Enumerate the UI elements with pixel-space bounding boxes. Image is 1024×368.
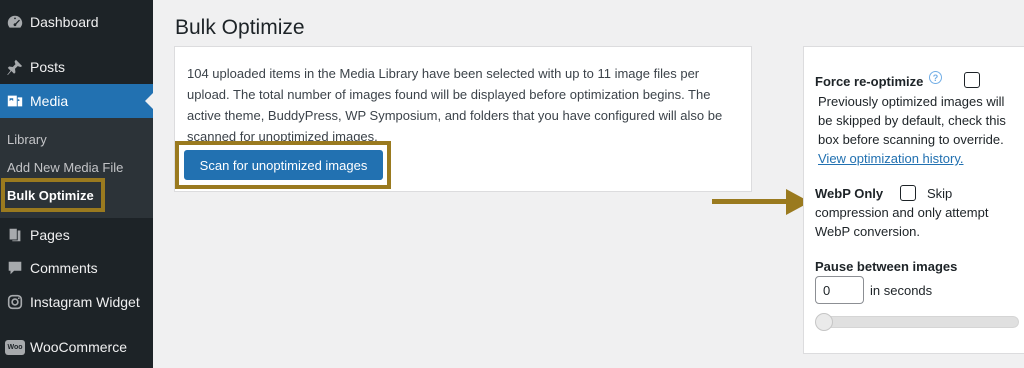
menu-label-comments: Comments (30, 260, 98, 276)
pause-slider-track[interactable] (817, 316, 1019, 328)
webp-only-checkbox[interactable] (900, 185, 916, 201)
force-reoptimize-description: Previously optimized images will be skip… (815, 92, 1021, 168)
page-title: Bulk Optimize (175, 16, 305, 39)
pause-seconds-input[interactable]: 0 (815, 276, 864, 304)
woo-badge: Woo (5, 339, 25, 355)
scan-button[interactable]: Scan for unoptimized images (184, 150, 383, 180)
bulk-optimize-highlight (1, 178, 105, 212)
force-reoptimize-checkbox[interactable] (964, 72, 980, 88)
optimization-history-link[interactable]: View optimization history. (818, 151, 963, 166)
menu-item-dashboard[interactable]: Dashboard (0, 5, 153, 39)
menu-item-pages[interactable]: Pages (0, 218, 153, 252)
menu-label-pages: Pages (30, 227, 70, 243)
webp-only-label: WebP Only (815, 186, 884, 201)
pin-icon (0, 58, 30, 76)
webp-description-start: Skip (927, 186, 953, 201)
menu-label-instagram-widget: Instagram Widget (30, 294, 140, 310)
submenu-library[interactable]: Library (7, 132, 47, 147)
menu-label-posts: Posts (30, 59, 66, 75)
dashboard-icon (0, 13, 30, 31)
bulk-description: 104 uploaded items in the Media Library … (187, 66, 723, 144)
menu-item-posts[interactable]: Posts (0, 50, 153, 84)
pause-between-images-label: Pause between images (815, 259, 958, 274)
menu-item-media[interactable]: Media (0, 84, 153, 118)
menu-label-media: Media (30, 93, 69, 109)
submenu-add-new-media-file[interactable]: Add New Media File (7, 160, 123, 175)
help-icon[interactable]: ? (929, 71, 942, 84)
comment-icon (0, 259, 30, 277)
annotation-arrow-shaft (712, 199, 790, 204)
admin-sidebar: Dashboard Posts Media Library Add New Me… (0, 0, 153, 368)
menu-item-comments[interactable]: Comments (0, 251, 153, 285)
menu-item-woocommerce[interactable]: Woo WooCommerce (0, 330, 153, 364)
woo-icon: Woo (0, 339, 30, 355)
webp-description-rest: compression and only attempt WebP conver… (815, 205, 989, 239)
pause-slider-handle[interactable] (815, 313, 833, 331)
pause-unit-label: in seconds (870, 283, 933, 298)
media-icon (0, 92, 30, 110)
instagram-icon (0, 293, 30, 311)
menu-label-dashboard: Dashboard (30, 14, 99, 30)
menu-item-instagram-widget[interactable]: Instagram Widget (0, 285, 153, 319)
force-reoptimize-label: Force re-optimize (815, 74, 924, 89)
force-description-text: Previously optimized images will be skip… (818, 94, 1006, 147)
pages-icon (0, 226, 30, 244)
menu-label-woocommerce: WooCommerce (30, 339, 127, 355)
